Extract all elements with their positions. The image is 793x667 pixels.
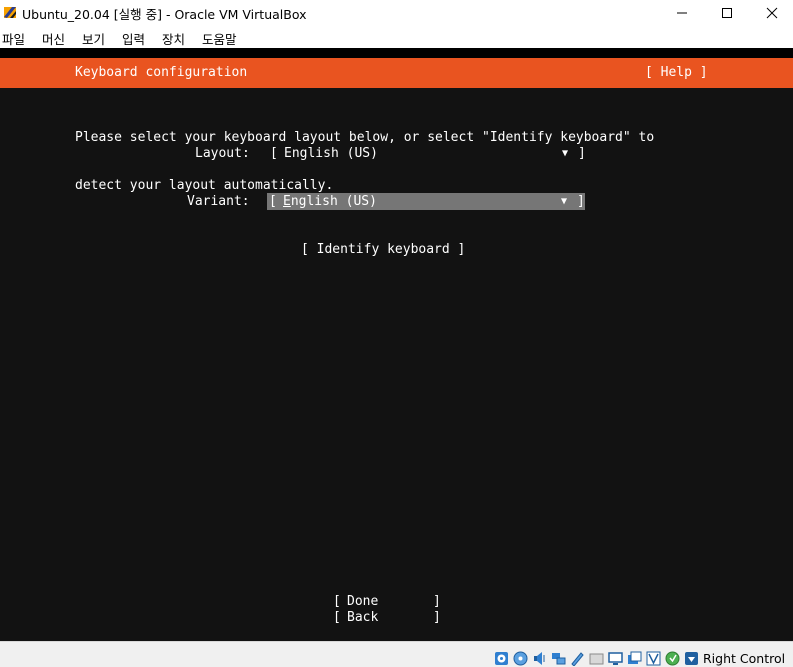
menu-machine[interactable]: 머신	[42, 29, 65, 48]
host-key-label: Right Control	[703, 651, 786, 666]
installer-header: Keyboard configuration [ Help ]	[0, 58, 793, 88]
done-label: Done	[347, 594, 379, 609]
layout-select[interactable]: [ English (US) ▼ ]	[268, 146, 586, 162]
minimize-icon	[676, 12, 687, 14]
bracket-close: ]	[433, 610, 441, 625]
close-button[interactable]	[749, 0, 793, 26]
menu-bar: 파일 머신 보기 입력 장치 도움말	[0, 26, 793, 48]
back-button[interactable]: [ Back ]	[333, 610, 443, 626]
window-titlebar[interactable]: Ubuntu_20.04 [실행 중] - Oracle VM VirtualB…	[0, 0, 793, 26]
instructions-line-1: Please select your keyboard layout below…	[75, 130, 655, 145]
help-button[interactable]: [ Help ]	[645, 65, 708, 81]
done-button[interactable]: [ Done ]	[333, 594, 443, 610]
dropdown-arrow-icon: ▼	[561, 196, 568, 207]
bracket-close: ]	[433, 594, 441, 609]
variant-label: Variant:	[187, 194, 250, 209]
display-icon[interactable]	[608, 651, 623, 666]
menu-file[interactable]: 파일	[2, 29, 25, 48]
close-icon	[766, 7, 777, 19]
bracket-open: [	[333, 594, 341, 609]
variant-value: English (US)	[283, 194, 377, 210]
status-bar: Right Control	[0, 641, 793, 667]
bracket-open: [	[270, 146, 278, 161]
installer-console: Keyboard configuration [ Help ] Please s…	[0, 58, 793, 641]
keyboard-capture-icon[interactable]	[684, 651, 699, 666]
bracket-close: ]	[577, 194, 585, 209]
bracket-open: [	[269, 194, 277, 209]
menu-view[interactable]: 보기	[82, 29, 105, 48]
minimize-button[interactable]	[659, 0, 704, 26]
vt-x-icon[interactable]	[646, 651, 661, 666]
text-cursor: E	[283, 194, 291, 209]
maximize-button[interactable]	[704, 0, 749, 26]
layout-label: Layout:	[195, 146, 250, 161]
vm-screen[interactable]: Keyboard configuration [ Help ] Please s…	[0, 48, 793, 641]
menu-devices[interactable]: 장치	[162, 29, 185, 48]
shared-folders-icon[interactable]	[589, 651, 604, 666]
identify-keyboard-button[interactable]: [ Identify keyboard ]	[301, 242, 465, 258]
optical-drive-icon[interactable]	[513, 651, 528, 666]
window-title: Ubuntu_20.04 [실행 중] - Oracle VM VirtualB…	[22, 7, 307, 22]
mouse-integration-icon[interactable]	[665, 651, 680, 666]
instructions-line-2: detect your layout automatically.	[75, 178, 334, 193]
usb-icon[interactable]	[570, 651, 585, 667]
layout-value: English (US)	[284, 146, 378, 161]
network-icon[interactable]	[551, 651, 566, 666]
menu-help[interactable]: 도움말	[202, 29, 237, 48]
recording-icon[interactable]	[627, 651, 642, 666]
back-label: Back	[347, 610, 379, 625]
menu-input[interactable]: 입력	[122, 29, 145, 48]
bracket-close: ]	[578, 146, 586, 161]
hard-disk-icon[interactable]	[494, 651, 509, 666]
maximize-icon	[721, 8, 732, 18]
page-title: Keyboard configuration	[75, 65, 248, 80]
variant-select[interactable]: [ English (US) ▼ ]	[267, 193, 585, 210]
dropdown-arrow-icon: ▼	[562, 148, 569, 159]
variant-value-rest: nglish (US)	[290, 194, 377, 209]
bracket-open: [	[333, 610, 341, 625]
virtualbox-icon	[3, 5, 18, 20]
audio-icon[interactable]	[532, 651, 547, 666]
